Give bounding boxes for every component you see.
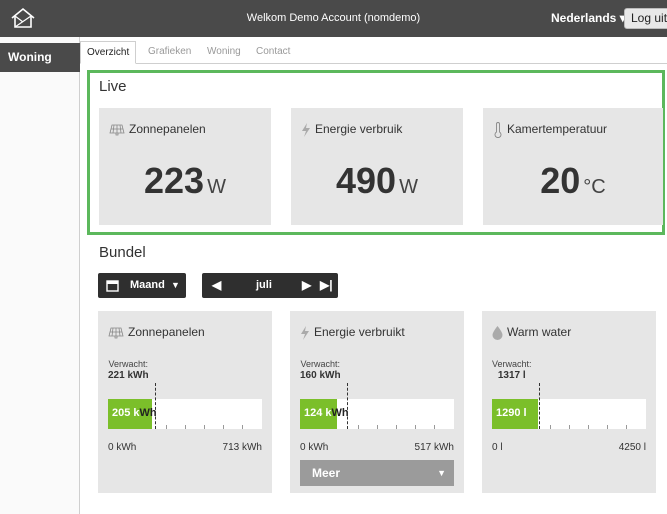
current-value: 124 k <box>304 407 332 419</box>
lightning-icon <box>301 325 309 340</box>
progress-bar: 124 kWh <box>300 399 454 429</box>
period-select[interactable]: Maand ▼ <box>98 273 186 298</box>
progress-bar: 205 kWh <box>108 399 262 429</box>
water-drop-icon <box>492 325 503 340</box>
more-dropdown[interactable]: Meer ▼ <box>300 460 454 486</box>
expected-marker <box>155 383 156 429</box>
expected-label: Verwacht: <box>492 359 532 369</box>
live-unit: W <box>207 176 226 198</box>
thermometer-icon <box>494 122 502 138</box>
more-dropdown-label: Meer <box>312 466 341 480</box>
tab-bar: Overzicht Grafieken Woning Contact <box>80 41 667 64</box>
live-card-label: Energie verbruik <box>315 122 403 136</box>
tab-contact[interactable]: Contact <box>256 41 290 64</box>
expected-value: 160 kWh <box>300 370 341 381</box>
live-title: Live <box>99 78 127 95</box>
axis-max-label: 4250 l <box>618 442 646 453</box>
axis-min-label: 0 kWh <box>300 442 329 453</box>
bundel-card-energie: Energie verbruikt Verwacht: 160 kWh 124 … <box>290 311 464 493</box>
live-card-label: Kamertemperatuur <box>507 122 608 137</box>
current-value: 205 k <box>112 407 140 419</box>
live-card-label: Zonnepanelen <box>129 122 206 136</box>
live-unit: °C <box>583 176 606 198</box>
expected-label: Verwacht: <box>108 359 149 369</box>
sidebar: Woning <box>0 37 80 514</box>
live-card-zonnepanelen: Zonnepanelen 223 W <box>99 108 271 225</box>
expected-marker <box>347 383 348 429</box>
live-card-energie: Energie verbruik 490 W <box>291 108 463 225</box>
solar-panel-icon <box>109 124 125 136</box>
previous-month-icon[interactable]: ◀ <box>212 278 221 292</box>
bundel-card-warm-water: Warm water Verwacht: 1317 l 1290 l 0 l 4… <box>482 311 656 493</box>
tab-overzicht[interactable]: Overzicht <box>80 41 137 64</box>
expected-value: 221 kWh <box>108 370 149 381</box>
progress-bar: 1290 l <box>492 399 646 429</box>
current-value: 1290 l <box>496 407 527 419</box>
bundel-card-zonnepanelen: Zonnepanelen Verwacht: 221 kWh 205 kWh 0… <box>98 311 272 493</box>
period-select-label: Maand <box>130 279 165 291</box>
top-bar: Welkom Demo Account (nomdemo) Nederlands… <box>0 0 667 37</box>
logout-button[interactable]: Log uit <box>624 8 667 29</box>
axis-min-label: 0 l <box>492 442 503 453</box>
bundel-card-label: Warm water <box>507 325 572 339</box>
calendar-icon <box>106 280 119 292</box>
live-unit: W <box>399 176 418 198</box>
bundel-card-label: Energie verbruikt <box>314 325 405 339</box>
last-month-icon[interactable]: ▶| <box>320 278 333 292</box>
next-month-icon[interactable]: ▶ <box>302 278 311 292</box>
tab-woning[interactable]: Woning <box>207 41 241 64</box>
month-navigator: ◀ juli ▶ ▶| <box>202 273 338 298</box>
solar-panel-icon <box>108 327 124 339</box>
bundel-card-label: Zonnepanelen <box>128 325 205 339</box>
live-card-temperatuur: Kamertemperatuur 20 °C <box>483 108 663 225</box>
expected-value: 1317 l <box>497 370 526 381</box>
live-value: 223 <box>144 160 205 201</box>
chevron-down-icon: ▼ <box>437 468 446 478</box>
lightning-icon <box>302 122 310 137</box>
tab-grafieken[interactable]: Grafieken <box>148 41 191 64</box>
chevron-down-icon: ▼ <box>171 280 180 290</box>
live-value: 20 <box>540 160 581 201</box>
live-value: 490 <box>336 160 397 201</box>
live-section: Live Zonnepanelen 223 W Energie verbruik … <box>87 70 665 235</box>
axis-max-label: 713 kWh <box>222 442 262 453</box>
axis-max-label: 517 kWh <box>414 442 454 453</box>
sidebar-item-woning[interactable]: Woning <box>0 43 80 72</box>
expected-label: Verwacht: <box>300 359 341 369</box>
axis-min-label: 0 kWh <box>108 442 137 453</box>
language-dropdown[interactable]: Nederlands ▾ <box>551 11 626 25</box>
expected-marker <box>539 383 540 429</box>
bundel-title: Bundel <box>99 244 146 261</box>
month-label: juli <box>256 279 272 291</box>
